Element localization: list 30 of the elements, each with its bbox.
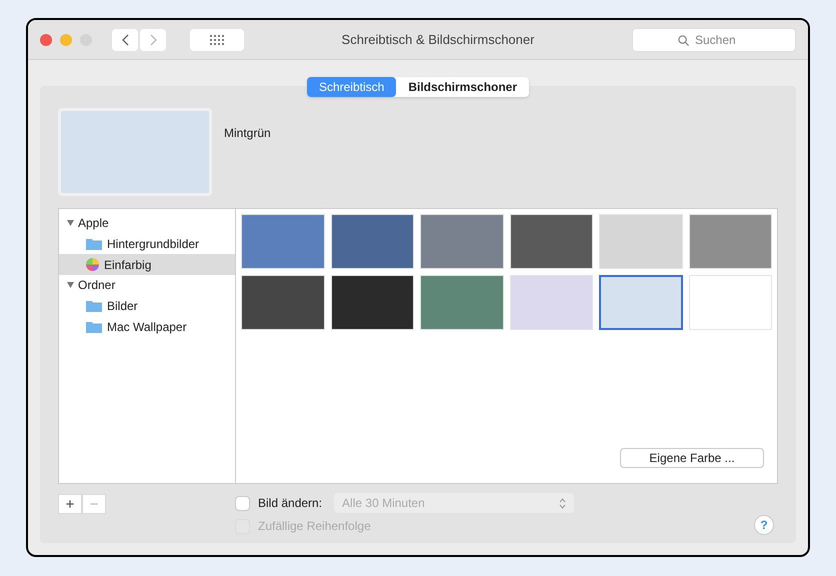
checkbox-label: Zufällige Reihenfolge [258,518,371,535]
source-item[interactable]: Bilder [59,295,235,316]
add-button[interactable]: + [58,494,82,514]
disclosure-triangle-icon [67,220,74,226]
checkbox-label: Bild ändern: [258,495,322,512]
back-button[interactable] [112,28,138,50]
search-field[interactable]: Suchen [632,28,796,52]
folder-icon [86,238,102,250]
chevron-left-icon [122,34,128,46]
updown-icon [559,498,566,508]
checkbox[interactable] [235,496,250,510]
grid-icon [210,34,224,44]
window-title: Schreibtisch & Bildschirmschoner [340,30,536,49]
wallpaper-name: Mintgrün [224,125,271,142]
custom-color-button[interactable]: Eigene Farbe ... [620,448,764,468]
search-icon [678,34,689,46]
group-header[interactable]: Ordner [59,275,235,295]
group-header[interactable]: Apple [59,213,235,233]
chevron-right-icon [150,34,156,46]
show-all-button[interactable] [190,28,244,50]
tab[interactable]: Bildschirmschoner [396,77,530,97]
color-wheel-icon [86,258,99,271]
folder-icon [86,300,102,312]
source-item[interactable]: Einfarbig [59,254,235,275]
close-icon[interactable] [40,34,52,46]
source-item[interactable]: Hintergrundbilder [59,233,235,254]
color-swatch[interactable] [599,275,682,330]
source-item[interactable]: Mac Wallpaper [59,316,235,337]
disclosure-triangle-icon [67,282,74,288]
folder-icon [86,320,102,332]
